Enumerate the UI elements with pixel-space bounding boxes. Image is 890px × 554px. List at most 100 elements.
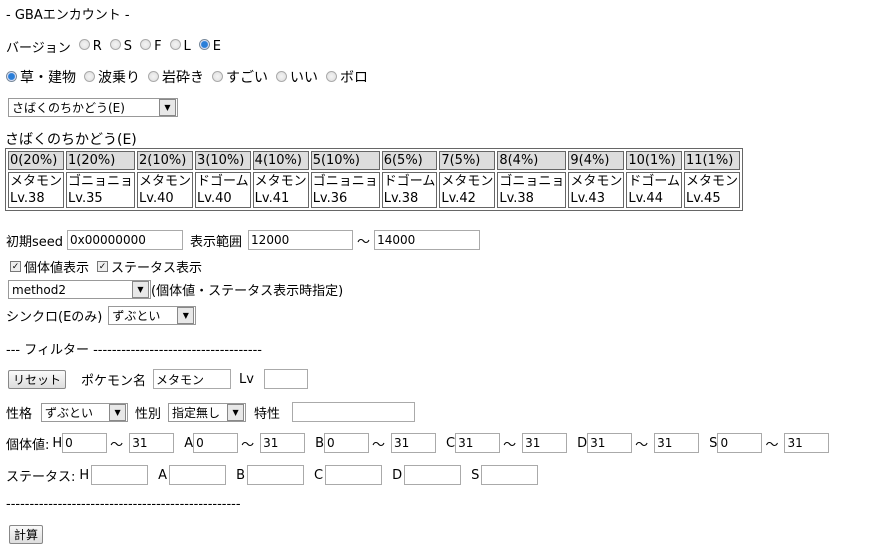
encounter-table: 0(20%) 1(20%) 2(10%) 3(10%) 4(10%) 5(10%) 6(5%…	[5, 148, 744, 211]
slot-level: Lv.44	[628, 191, 663, 206]
status-input[interactable]	[169, 465, 227, 485]
gender-label: 性別	[135, 406, 162, 422]
method-option-label: すごい	[226, 70, 268, 86]
iv-max-input[interactable]	[129, 433, 175, 453]
slot-pokemon: ゴニョニョ	[312, 174, 378, 189]
iv-min-input[interactable]	[193, 433, 239, 453]
iv-max-input[interactable]	[654, 433, 700, 453]
iv-min-input[interactable]	[717, 433, 763, 453]
slot-pokemon: メタモン	[254, 174, 307, 189]
slot-header: 9(4%)	[568, 151, 625, 170]
iv-min-input[interactable]	[587, 433, 633, 453]
status-input[interactable]	[404, 465, 462, 485]
rng-method-note: (個体値・ステータス表示時指定)	[151, 284, 344, 299]
slot-header: 8(4%)	[497, 151, 567, 170]
method-radio[interactable]	[276, 71, 287, 82]
method-radio[interactable]	[84, 71, 95, 82]
iv-min-input[interactable]	[62, 433, 108, 453]
status-input[interactable]	[91, 465, 149, 485]
divider-line: ----------------------------------------…	[6, 497, 241, 512]
iv-stat-label: C	[446, 435, 456, 451]
method-radio[interactable]	[148, 71, 159, 82]
method-radio[interactable]	[212, 71, 223, 82]
chevron-down-icon: ▼	[177, 307, 195, 324]
lv-input[interactable]	[263, 369, 308, 389]
pokemon-name-label: ポケモン名	[81, 373, 147, 389]
status-input[interactable]	[325, 465, 383, 485]
slot-header: 5(10%)	[310, 151, 380, 170]
nature-label: 性格	[6, 406, 33, 422]
reset-button[interactable]: リセット	[8, 369, 67, 389]
lv-label: Lv	[239, 371, 254, 387]
iv-stat-label: A	[184, 435, 194, 451]
range-label: 表示範囲	[190, 234, 243, 250]
ability-input[interactable]	[292, 402, 416, 422]
version-group: バージョン R S F L E	[6, 37, 221, 56]
iv-stat-label: D	[577, 435, 588, 451]
version-radio-s[interactable]	[109, 39, 121, 50]
slot-cell: ドゴーム Lv.44	[626, 172, 682, 208]
seed-label: 初期seed	[6, 234, 64, 250]
tilde: ～	[372, 437, 386, 453]
version-radio-l[interactable]	[169, 39, 181, 50]
iv-min-input[interactable]	[455, 433, 501, 453]
slot-pokemon: メタモン	[10, 174, 63, 189]
iv-max-input[interactable]	[522, 433, 568, 453]
slot-level: Lv.38	[383, 191, 419, 206]
slot-level: Lv.38	[499, 191, 534, 206]
range-to-input[interactable]	[374, 230, 481, 250]
chevron-down-icon: ▼	[227, 403, 245, 421]
method-option-label: 波乗り	[98, 70, 140, 86]
iv-stat-label: H	[52, 435, 63, 451]
iv-display-checkbox[interactable]: ✓	[10, 261, 21, 272]
method-radio[interactable]	[326, 71, 337, 82]
ability-label: 特性	[254, 406, 281, 422]
slot-header: 1(20%)	[66, 151, 136, 170]
location-select[interactable]: さばくのちかどう(E) ▼	[8, 98, 178, 117]
sync-label: シンクロ(Eのみ)	[6, 310, 103, 325]
status-input[interactable]	[481, 465, 539, 485]
sync-nature-select[interactable]: ずぶとい ▼	[108, 306, 197, 325]
version-radio-e[interactable]	[198, 39, 210, 50]
slot-cell: メタモン Lv.38	[8, 172, 65, 208]
method-radio[interactable]	[6, 71, 17, 82]
slot-header: 2(10%)	[137, 151, 194, 170]
tilde: ～	[635, 437, 649, 453]
iv-min-input[interactable]	[324, 433, 370, 453]
status-stat-label: A	[158, 467, 168, 483]
status-display-checkbox[interactable]: ✓	[97, 261, 109, 272]
nature-select[interactable]: ずぶとい ▼	[41, 402, 129, 422]
status-stat-label: H	[79, 467, 90, 483]
slot-level: Lv.40	[139, 191, 174, 206]
rng-method-select[interactable]: method2 ▼	[8, 280, 151, 299]
method-option-label: ボロ	[340, 70, 368, 86]
status-stat-label: C	[314, 467, 324, 483]
slot-cell: メタモン Lv.45	[684, 172, 741, 208]
tilde: ～	[110, 437, 124, 453]
tilde: ～	[765, 437, 779, 453]
pokemon-name-input[interactable]	[153, 369, 232, 389]
slot-level: Lv.42	[441, 191, 476, 206]
encounter-method-group: 草・建物 波乗り 岩砕き すごい いい ボロ	[2, 67, 368, 87]
version-option-label: E	[212, 39, 222, 54]
slot-header: 6(5%)	[381, 151, 438, 170]
seed-input[interactable]	[67, 230, 184, 250]
slot-header: 4(10%)	[252, 151, 309, 170]
iv-stat-label: S	[709, 435, 718, 451]
range-from-input[interactable]	[248, 230, 354, 250]
version-radio-f[interactable]	[140, 39, 152, 50]
slot-cell: メタモン Lv.41	[252, 172, 309, 208]
version-label: バージョン	[6, 41, 71, 56]
tilde: ～	[503, 437, 517, 453]
iv-max-input[interactable]	[391, 433, 437, 453]
method-option-label: いい	[290, 70, 318, 86]
slot-pokemon: ドゴーム	[383, 174, 436, 189]
status-input[interactable]	[247, 465, 304, 485]
version-radio-r[interactable]	[78, 39, 90, 50]
iv-max-input[interactable]	[260, 433, 306, 453]
calculate-button[interactable]: 計算	[9, 525, 44, 544]
slot-pokemon: ゴニョニョ	[499, 174, 565, 189]
gender-select[interactable]: 指定無し ▼	[168, 402, 247, 422]
slot-cell: ゴニョニョ Lv.35	[66, 172, 136, 208]
iv-max-input[interactable]	[784, 433, 830, 453]
